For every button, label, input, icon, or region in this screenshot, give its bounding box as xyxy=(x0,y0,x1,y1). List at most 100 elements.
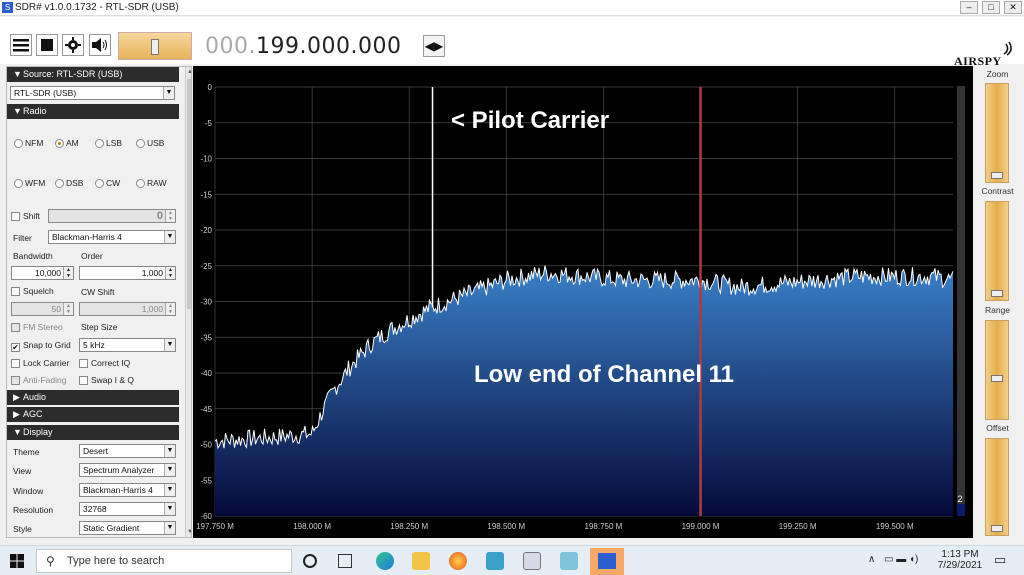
source-header[interactable]: ▼Source: RTL-SDR (USB) xyxy=(7,67,179,82)
x-tick-label: 198.250 M xyxy=(390,522,428,531)
radio-dot-icon xyxy=(55,179,64,188)
display-header[interactable]: ▼Display xyxy=(7,425,179,440)
sdr-taskbar-button[interactable] xyxy=(590,548,624,575)
y-tick-label: -60 xyxy=(200,512,212,521)
stop-button[interactable] xyxy=(36,34,58,56)
spectrum-scroll-thumb[interactable] xyxy=(957,504,965,516)
menu-button[interactable] xyxy=(10,34,32,56)
mode-radio-wfm[interactable]: WFM xyxy=(14,178,45,188)
collapse-icon: ▼ xyxy=(13,106,22,116)
snap-label: Snap to Grid xyxy=(23,340,71,350)
order-label: Order xyxy=(81,251,103,261)
tray-chevron-icon[interactable]: ∧ xyxy=(868,554,875,565)
offset-knob[interactable] xyxy=(991,525,1003,533)
maximize-button[interactable]: □ xyxy=(982,1,1000,14)
frequency-display[interactable]: 000.199.000.000 xyxy=(205,34,401,59)
filter-label: Filter xyxy=(13,233,32,243)
agc-header[interactable]: ▶ AGC xyxy=(7,407,179,422)
spectrum-chart[interactable]: 0 -5 -10 -15 -20 -25 -30 -35 -40 -45 -50 -55 -60 197… xyxy=(193,66,973,538)
app-icon-2[interactable] xyxy=(560,552,578,570)
windows-start-icon[interactable] xyxy=(10,554,24,568)
order-input[interactable]: 1,000 ▲ ▼ xyxy=(79,266,176,280)
control-panel: ▼Source: RTL-SDR (USB) RTL-SDR (USB) ▼ ▼R… xyxy=(6,66,192,538)
clock[interactable]: 1:13 PM 7/29/2021 xyxy=(932,549,988,571)
toolbar: 000.199.000.000 ◀▶ AIRSPY xyxy=(0,17,1024,68)
close-button[interactable]: ✕ xyxy=(1004,1,1022,14)
taskbar-search-input[interactable]: ⚲ Type here to search xyxy=(36,549,292,573)
anti-fading-checkbox[interactable]: Anti-Fading xyxy=(11,375,66,385)
scroll-down-icon[interactable]: ▼ xyxy=(186,527,191,537)
correct-iq-checkbox[interactable]: Correct IQ xyxy=(79,358,130,368)
dropdown-arrow-icon: ▼ xyxy=(164,503,175,515)
mode-radio-am[interactable]: AM xyxy=(55,138,79,148)
shift-checkbox[interactable]: Shift xyxy=(11,211,40,221)
mode-radio-nfm[interactable]: NFM xyxy=(14,138,43,148)
mode-radio-dsb[interactable]: DSB xyxy=(55,178,83,188)
shift-input[interactable]: 0 ▲ ▼ xyxy=(48,209,176,223)
spectrum-analyzer[interactable]: 0 -5 -10 -15 -20 -25 -30 -35 -40 -45 -50 -55 -60 197… xyxy=(193,66,973,538)
lock-carrier-checkbox[interactable]: Lock Carrier xyxy=(11,358,69,368)
squelch-label: Squelch xyxy=(23,286,54,296)
minimize-button[interactable]: – xyxy=(960,1,978,14)
panel-scrollbar[interactable]: ▲ ▼ xyxy=(185,67,191,537)
clock-time: 1:13 PM xyxy=(941,549,979,560)
contrast-slider[interactable] xyxy=(985,201,1009,301)
file-explorer-icon[interactable] xyxy=(412,552,430,570)
zoom-knob[interactable] xyxy=(991,172,1003,180)
radio-header[interactable]: ▼Radio xyxy=(7,104,179,119)
dropdown-arrow-icon: ▼ xyxy=(164,522,175,534)
range-slider[interactable] xyxy=(985,320,1009,420)
view-select[interactable]: Spectrum Analyzer ▼ xyxy=(79,463,176,477)
window-select[interactable]: Blackman-Harris 4 ▼ xyxy=(79,483,176,497)
spectrum-scrollbar[interactable] xyxy=(957,86,965,516)
cw-shift-input[interactable]: 1,000 ▲ ▼ xyxy=(79,302,176,316)
spinner-icon[interactable]: ▲ ▼ xyxy=(165,210,175,222)
gear-icon xyxy=(65,37,81,53)
snap-to-grid-checkbox[interactable]: ✔ Snap to Grid xyxy=(11,340,71,352)
notification-icon[interactable]: ▭ xyxy=(994,552,1006,568)
spinner-icon[interactable]: ▲ ▼ xyxy=(165,267,175,279)
scroll-thumb[interactable] xyxy=(187,79,191,309)
app-window-icon[interactable] xyxy=(523,552,541,570)
search-icon: ⚲ xyxy=(46,554,55,568)
y-tick-label: -10 xyxy=(200,155,212,164)
volume-slider[interactable] xyxy=(118,32,192,60)
tune-arrows-button[interactable]: ◀▶ xyxy=(423,35,445,57)
swap-iq-checkbox[interactable]: Swap I & Q xyxy=(79,375,134,385)
cortana-icon[interactable] xyxy=(303,554,317,568)
settings-button[interactable] xyxy=(62,34,84,56)
contrast-knob[interactable] xyxy=(991,290,1003,298)
shift-label: Shift xyxy=(23,211,41,221)
firefox-icon[interactable] xyxy=(449,552,467,570)
zoom-slider[interactable] xyxy=(985,83,1009,183)
mute-button[interactable] xyxy=(89,34,111,56)
offset-label: Offset xyxy=(986,423,1009,433)
step-size-select[interactable]: 5 kHz ▼ xyxy=(79,338,176,352)
tray-status-icons[interactable]: ▭ ▬ ◖) xyxy=(884,554,918,565)
range-knob[interactable] xyxy=(991,375,1003,382)
cw-shift-label: CW Shift xyxy=(81,287,115,297)
offset-slider[interactable] xyxy=(985,438,1009,536)
theme-select[interactable]: Desert ▼ xyxy=(79,444,176,458)
task-view-icon[interactable] xyxy=(338,554,352,568)
mode-radio-raw[interactable]: RAW xyxy=(136,178,167,188)
squelch-input[interactable]: 50 ▲ ▼ xyxy=(11,302,74,316)
edge-icon[interactable] xyxy=(376,552,394,570)
spinner-icon[interactable]: ▲ ▼ xyxy=(63,267,73,279)
source-select[interactable]: RTL-SDR (USB) ▼ xyxy=(10,86,175,100)
spinner-icon[interactable]: ▲ ▼ xyxy=(63,303,73,315)
scroll-up-icon[interactable]: ▲ xyxy=(186,67,191,77)
remote-desktop-icon[interactable] xyxy=(486,552,504,570)
fm-stereo-checkbox[interactable]: FM Stereo xyxy=(11,322,63,332)
mode-radio-lsb[interactable]: LSB xyxy=(95,138,122,148)
mode-radio-usb[interactable]: USB xyxy=(136,138,164,148)
audio-header[interactable]: ▶ Audio xyxy=(7,390,179,405)
spinner-icon[interactable]: ▲ ▼ xyxy=(165,303,175,315)
resolution-select[interactable]: 32768 ▼ xyxy=(79,502,176,516)
style-select[interactable]: Static Gradient ▼ xyxy=(79,521,176,535)
volume-knob[interactable] xyxy=(151,39,159,55)
squelch-checkbox[interactable]: Squelch xyxy=(11,286,54,296)
filter-select[interactable]: Blackman-Harris 4 ▼ xyxy=(48,230,176,244)
mode-radio-cw[interactable]: CW xyxy=(95,178,120,188)
bandwidth-input[interactable]: 10,000 ▲ ▼ xyxy=(11,266,74,280)
